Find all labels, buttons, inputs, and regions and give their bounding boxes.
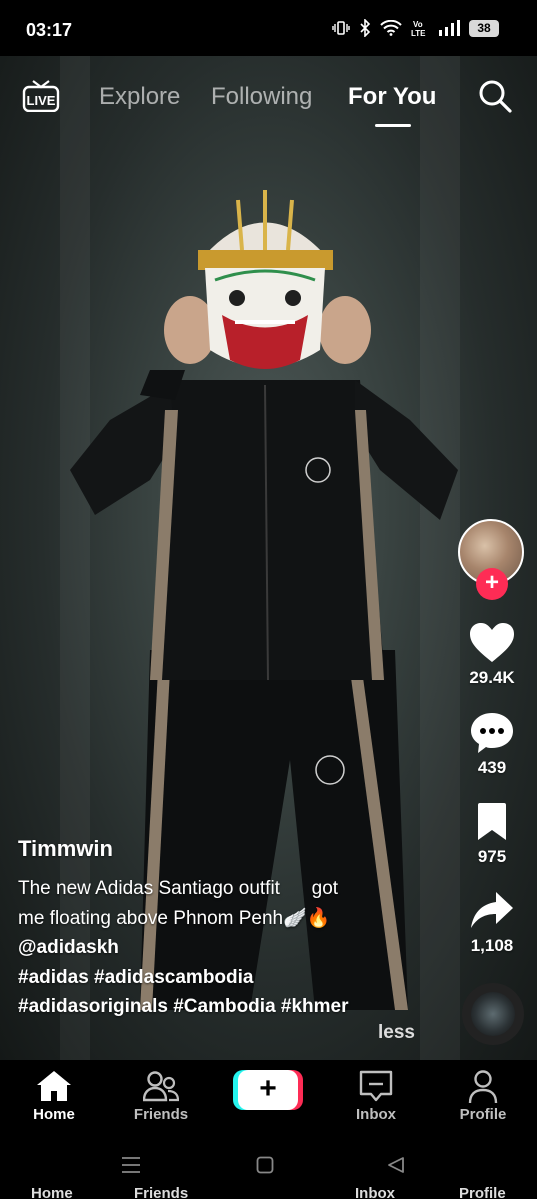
ghost-nav-labels: Home Friends Inbox Profile <box>0 1185 537 1199</box>
friends-icon <box>143 1071 179 1102</box>
tab-following[interactable]: Following <box>211 83 312 111</box>
save-count: 975 <box>477 847 507 866</box>
nav-friends-label: Friends <box>133 1106 189 1123</box>
bluetooth-icon <box>360 19 371 37</box>
ghost-label: Friends <box>134 1185 189 1199</box>
profile-icon <box>468 1070 498 1104</box>
nav-home-label: Home <box>33 1106 75 1123</box>
bookmark-icon[interactable] <box>476 802 508 842</box>
hashtag-line[interactable]: #adidas #adidascambodia <box>18 963 418 993</box>
battery-indicator: 38 <box>469 19 499 37</box>
comment-icon[interactable] <box>469 711 515 755</box>
tab-explore[interactable]: Explore <box>99 83 180 111</box>
home-square-icon[interactable] <box>256 1156 274 1174</box>
hashtag-line[interactable]: #adidasoriginals #Cambodia #khmer <box>18 992 418 1022</box>
home-icon <box>37 1071 71 1101</box>
less-toggle[interactable]: less <box>378 1022 415 1044</box>
status-time: 03:17 <box>26 20 73 40</box>
mention-link[interactable]: @adidaskh <box>18 933 418 963</box>
comment-count: 439 <box>477 758 507 777</box>
nav-inbox-label: Inbox <box>356 1106 396 1123</box>
status-bar: 03:17 Vo LTE 38 <box>0 0 537 56</box>
status-icons: Vo LTE 38 <box>332 19 499 37</box>
ghost-label: Inbox <box>355 1185 395 1199</box>
wifi-icon <box>380 20 402 36</box>
system-nav-bar: Home Friends Inbox Profile <box>0 1140 537 1199</box>
signal-icon <box>439 20 460 36</box>
plus-icon: + <box>259 1072 277 1105</box>
ghost-label: Profile <box>459 1185 506 1199</box>
music-disc[interactable] <box>462 983 524 1045</box>
post-caption: Timmwin The new Adidas Santiago outfit g… <box>18 836 418 1022</box>
create-button[interactable]: + <box>238 1070 298 1110</box>
heart-icon[interactable] <box>469 622 515 664</box>
share-count: 1,108 <box>470 936 514 955</box>
caption-text-line: The new Adidas Santiago outfit got <box>18 878 339 899</box>
caption-text-line: me floating above Phnom Penh🪽🔥 <box>18 907 331 929</box>
tab-for-you[interactable]: For You <box>348 83 436 111</box>
search-icon[interactable] <box>477 78 513 114</box>
nav-profile-label: Profile <box>459 1106 507 1123</box>
live-icon[interactable]: LIVE <box>22 80 60 112</box>
like-count: 29.4K <box>469 668 515 687</box>
svg-text:LTE: LTE <box>411 29 426 37</box>
follow-button[interactable]: + <box>476 568 508 600</box>
svg-text:LIVE: LIVE <box>27 93 56 108</box>
author-username[interactable]: Timmwin <box>18 836 418 862</box>
volte-icon: VoLTE <box>411 20 426 37</box>
inbox-icon <box>359 1070 393 1102</box>
vibrate-icon <box>332 21 350 35</box>
active-tab-indicator <box>375 124 411 127</box>
share-icon[interactable] <box>470 891 514 931</box>
ghost-label: Home <box>31 1185 73 1199</box>
svg-text:Vo: Vo <box>413 20 423 29</box>
recents-menu-icon[interactable] <box>120 1156 142 1174</box>
bottom-nav: Home Friends + Inbox Profile <box>0 1060 537 1140</box>
back-triangle-icon[interactable] <box>387 1156 405 1174</box>
